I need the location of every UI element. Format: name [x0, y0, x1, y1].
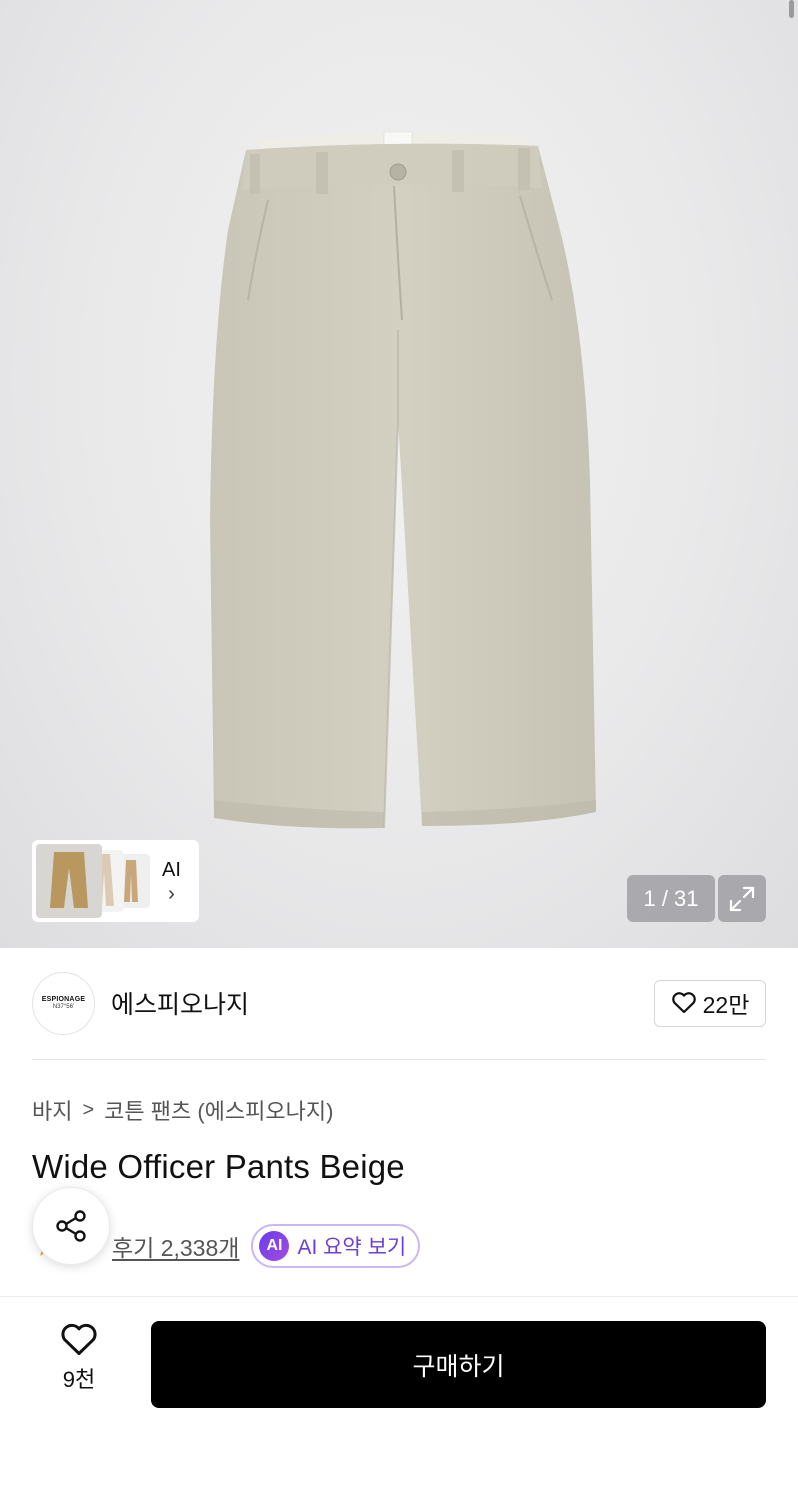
- heart-icon: [61, 1323, 97, 1355]
- brand-name[interactable]: 에스피오나지: [111, 985, 249, 1021]
- ai-summary-button[interactable]: AI AI 요약 보기: [251, 1224, 421, 1268]
- breadcrumb-subcategory[interactable]: 코튼 팬츠 (에스피오나지): [104, 1094, 333, 1126]
- chevron-right-icon: ›: [168, 882, 175, 905]
- brand-like-button[interactable]: 22만: [654, 979, 766, 1027]
- wishlist-button[interactable]: 9천: [40, 1322, 118, 1394]
- ai-thumb-label: AI: [162, 858, 181, 881]
- product-image: [210, 131, 596, 829]
- buy-button[interactable]: 구매하기: [151, 1321, 766, 1408]
- heart-icon: [671, 992, 696, 1014]
- breadcrumb-category[interactable]: 바지: [32, 1094, 72, 1126]
- product-image-gallery[interactable]: AI › 1 / 31: [0, 0, 798, 948]
- expand-button[interactable]: [718, 875, 766, 922]
- thumbnail-card: [36, 844, 102, 918]
- chevron-right-icon: >: [82, 1098, 95, 1121]
- ai-badge: AI: [259, 1231, 290, 1261]
- brand-logo-subtext: N37°56': [52, 1004, 75, 1010]
- ai-summary-label: AI 요약 보기: [297, 1236, 407, 1259]
- share-icon: [56, 1210, 86, 1242]
- brand-row: ESPIONAGE N37°56' 에스피오나지 22만: [32, 970, 766, 1036]
- image-counter: 1 / 31: [627, 875, 715, 922]
- wishlist-count: 9천: [62, 1367, 96, 1392]
- brand-logo-text: ESPIONAGE: [41, 996, 86, 1003]
- brand-like-count: 22만: [702, 992, 750, 1018]
- expand-icon: [729, 886, 755, 911]
- divider: [32, 1059, 766, 1060]
- share-button[interactable]: [32, 1187, 110, 1265]
- product-title: Wide Officer Pants Beige: [32, 1148, 405, 1185]
- breadcrumb: 바지 > 코튼 팬츠 (에스피오나지): [32, 1094, 333, 1126]
- brand-logo[interactable]: ESPIONAGE N37°56': [32, 971, 95, 1035]
- review-count-link[interactable]: 후기 2,338개: [112, 1229, 239, 1263]
- thumbnail-stack: [36, 844, 156, 918]
- ai-lookbook-thumbnail[interactable]: AI ›: [32, 840, 199, 922]
